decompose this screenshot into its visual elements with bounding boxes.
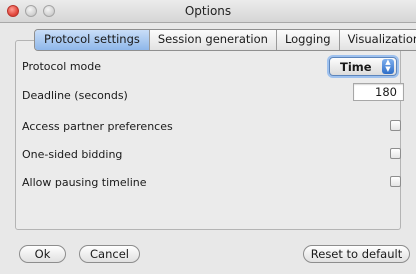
allow-pausing-timeline-row: Allow pausing timeline — [22, 173, 406, 193]
protocol-mode-value: Time — [340, 60, 372, 74]
deadline-row: Deadline (seconds) 180 — [22, 83, 406, 103]
access-partner-preferences-label: Access partner preferences — [22, 120, 173, 133]
title-bar: Options — [0, 0, 416, 23]
reset-to-default-button[interactable]: Reset to default — [303, 245, 410, 263]
deadline-input[interactable]: 180 — [353, 83, 404, 101]
deadline-label: Deadline (seconds) — [22, 89, 128, 102]
cancel-button[interactable]: Cancel — [79, 245, 140, 263]
allow-pausing-timeline-label: Allow pausing timeline — [22, 176, 147, 189]
protocol-mode-select[interactable]: Time ▲ ▼ — [329, 57, 397, 76]
one-sided-bidding-label: One-sided bidding — [22, 148, 123, 161]
one-sided-bidding-checkbox[interactable] — [390, 148, 401, 159]
tab-session-generation[interactable]: Session generation — [148, 30, 276, 50]
tab-logging[interactable]: Logging — [275, 30, 339, 50]
protocol-mode-label: Protocol mode — [22, 60, 102, 73]
access-partner-preferences-row: Access partner preferences — [22, 117, 406, 137]
protocol-mode-row: Protocol mode Time ▲ ▼ — [22, 57, 406, 77]
tab-visualization[interactable]: Visualization — [338, 30, 416, 50]
access-partner-preferences-checkbox[interactable] — [390, 120, 401, 131]
up-down-arrows-icon: ▲ ▼ — [382, 59, 394, 74]
allow-pausing-timeline-checkbox[interactable] — [390, 176, 401, 187]
tab-bar: Protocol settings Session generation Log… — [34, 29, 416, 51]
one-sided-bidding-row: One-sided bidding — [22, 145, 406, 165]
tab-protocol-settings[interactable]: Protocol settings — [35, 30, 149, 50]
window-title: Options — [184, 4, 232, 18]
ok-button[interactable]: Ok — [19, 245, 66, 263]
